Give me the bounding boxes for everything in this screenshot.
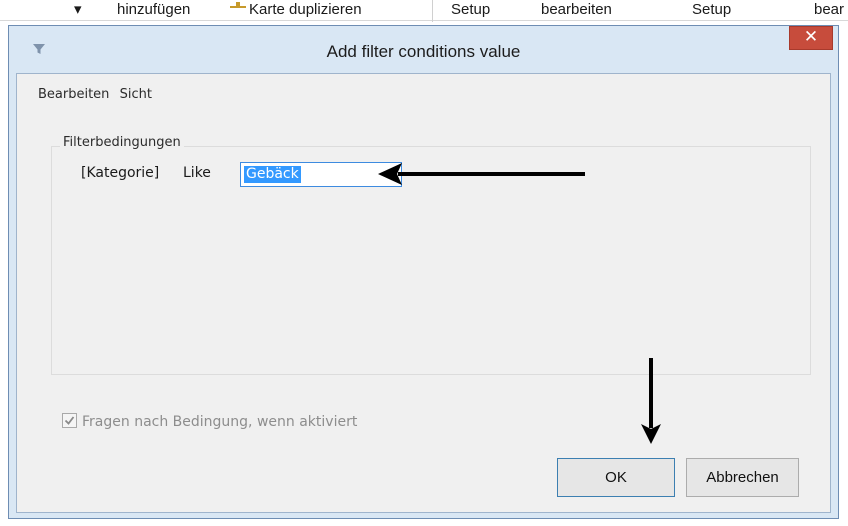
ribbon-setup-button-1[interactable]: Setup	[451, 2, 490, 18]
cancel-button[interactable]: Abbrechen	[686, 458, 799, 497]
ribbon-separator	[432, 0, 433, 22]
dialog-title: Add filter conditions value	[326, 42, 521, 61]
duplicate-card-icon	[230, 2, 246, 8]
ribbon-edit-button[interactable]: bearbeiten	[541, 2, 612, 18]
ribbon-setup-button-2[interactable]: Setup	[692, 2, 731, 18]
close-button[interactable]: ✕	[789, 26, 833, 50]
screen: ▾ hinzufügen Karte duplizieren Setup bea…	[0, 0, 848, 526]
ribbon-duplicate-card-label: Karte duplizieren	[249, 1, 362, 18]
ribbon-duplicate-card-button[interactable]: Karte duplizieren	[229, 2, 362, 18]
filter-conditions-group	[51, 146, 811, 375]
ribbon-dropdown-icon[interactable]: ▾	[74, 2, 82, 18]
ok-button[interactable]: OK	[557, 458, 675, 497]
checkmark-icon	[64, 416, 75, 425]
dialog-menubar: Bearbeiten Sicht	[38, 87, 158, 102]
ask-condition-label: Fragen nach Bedingung, wenn aktiviert	[82, 414, 358, 430]
condition-value-text: Gebäck	[244, 166, 301, 183]
ask-condition-option[interactable]: Fragen nach Bedingung, wenn aktiviert	[62, 413, 357, 430]
ribbon-add-button[interactable]: hinzufügen	[117, 2, 190, 18]
menu-edit[interactable]: Bearbeiten	[38, 87, 109, 102]
condition-operator-label: Like	[183, 165, 211, 181]
ask-condition-checkbox[interactable]	[62, 413, 77, 428]
dialog-titlebar[interactable]: Add filter conditions value ✕	[9, 26, 838, 73]
menu-view[interactable]: Sicht	[120, 87, 152, 102]
background-ribbon: ▾ hinzufügen Karte duplizieren Setup bea…	[0, 0, 848, 22]
dialog-client-area: Bearbeiten Sicht Filterbedingungen [Kate…	[16, 73, 831, 513]
condition-field-label: [Kategorie]	[81, 165, 160, 181]
condition-value-input[interactable]: Gebäck	[240, 162, 402, 187]
filter-conditions-dialog: Add filter conditions value ✕ Bearbeiten…	[8, 25, 839, 519]
ribbon-edit-button-2[interactable]: bear	[814, 2, 844, 18]
close-icon: ✕	[803, 27, 819, 47]
filter-conditions-group-label: Filterbedingungen	[60, 135, 184, 150]
